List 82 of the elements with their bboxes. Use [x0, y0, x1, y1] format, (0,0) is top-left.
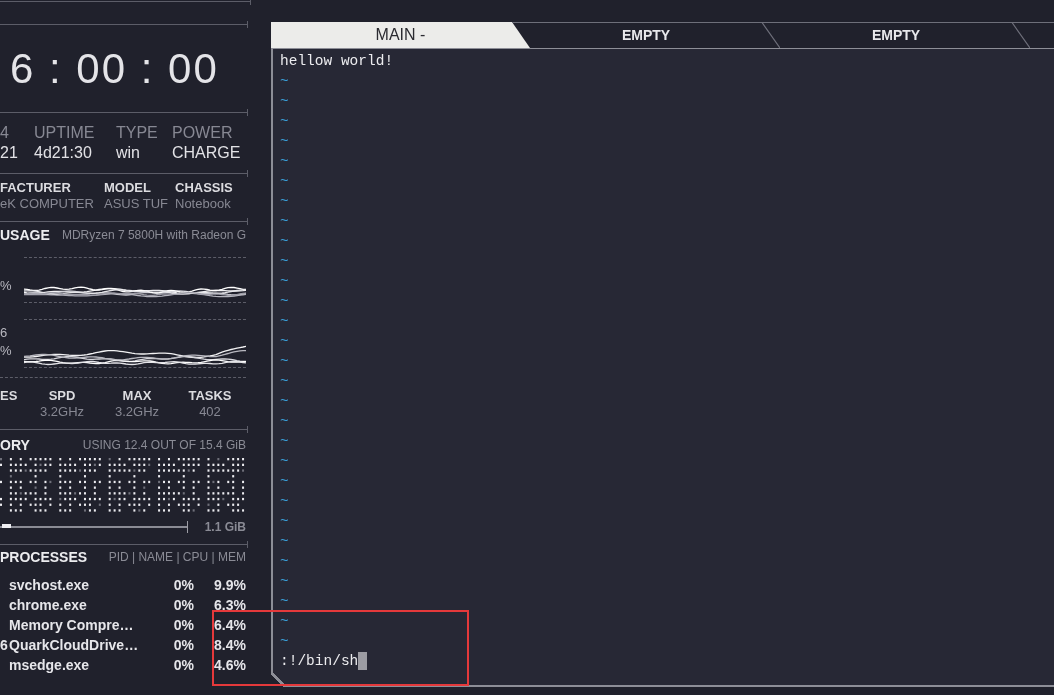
- empty-line-marker: ~: [280, 192, 289, 211]
- process-name: Memory Compre…: [9, 617, 134, 633]
- section-title: PROCESSES: [0, 549, 88, 565]
- info-value: Notebook: [175, 196, 231, 212]
- stat-value: 3.2GHz: [114, 404, 160, 420]
- empty-line-marker: ~: [280, 472, 289, 491]
- empty-line-marker: ~: [280, 252, 289, 271]
- graph-label: %: [0, 277, 12, 295]
- process-cpu: 0%: [173, 637, 194, 653]
- cpu-model: MDRyzen 7 5800H with Radeon G: [61, 228, 246, 242]
- process-name: msedge.exe: [9, 657, 90, 673]
- empty-line-marker: ~: [280, 152, 289, 171]
- empty-line-marker: ~: [280, 332, 289, 351]
- empty-line-marker: ~: [280, 352, 289, 371]
- process-name: chrome.exe: [9, 597, 87, 613]
- terminal-tab[interactable]: EMPTY: [762, 22, 1030, 48]
- info-label: MODEL: [104, 180, 151, 196]
- empty-line-marker: ~: [280, 432, 289, 451]
- process-mem: 6.4%: [214, 617, 246, 633]
- section-title: ORY: [0, 437, 30, 453]
- stat-label: MAX: [122, 388, 152, 404]
- process-cpu: 0%: [173, 597, 194, 613]
- empty-line-marker: ~: [280, 392, 289, 411]
- empty-line-marker: ~: [280, 572, 289, 591]
- empty-line-marker: ~: [280, 292, 289, 311]
- empty-line-marker: ~: [280, 272, 289, 291]
- info-value: eK COMPUTER: [0, 196, 94, 212]
- process-mem: 6.3%: [214, 597, 246, 613]
- process-name: QuarkCloudDrive…: [9, 637, 139, 653]
- swap-reading: 1.1 GiB: [204, 520, 246, 534]
- terminal-tab[interactable]: EMPTY: [512, 22, 780, 48]
- stat-value: 3.2GHz: [39, 404, 85, 420]
- empty-line-marker: ~: [280, 532, 289, 551]
- process-pid: 6: [0, 637, 8, 653]
- process-cpu: 0%: [173, 617, 194, 633]
- empty-line-marker: ~: [280, 172, 289, 191]
- command-line: :!/bin/sh: [280, 652, 359, 671]
- process-name: svchost.exe: [9, 577, 90, 593]
- empty-line-marker: ~: [280, 372, 289, 391]
- info-value: ASUS TUF: [104, 196, 169, 212]
- empty-line-marker: ~: [280, 412, 289, 431]
- process-cpu: 0%: [173, 577, 194, 593]
- stat-label: TASKS: [188, 388, 232, 404]
- empty-line-marker: ~: [280, 72, 289, 91]
- terminal-tab[interactable]: MAIN -: [271, 22, 530, 48]
- info-value: win: [116, 143, 140, 163]
- empty-line-marker: ~: [280, 552, 289, 571]
- info-label: TYPE: [116, 123, 158, 143]
- info-value: 4d21:30: [34, 143, 92, 163]
- memory-usage: USING 12.4 OUT OF 15.4 GiB: [82, 438, 246, 452]
- info-label: FACTURER: [0, 180, 71, 196]
- empty-line-marker: ~: [280, 232, 289, 251]
- info-label: UPTIME: [34, 123, 95, 143]
- info-label: 4: [0, 123, 9, 143]
- info-value: 21: [0, 143, 18, 163]
- info-value: CHARGE: [172, 143, 241, 163]
- stat-label: SPD: [48, 388, 76, 404]
- empty-line-marker: ~: [280, 492, 289, 511]
- empty-line-marker: ~: [280, 112, 289, 131]
- empty-line-marker: ~: [280, 452, 289, 471]
- empty-line-marker: ~: [280, 592, 289, 611]
- clock-time: 6 : 00 : 00: [9, 47, 219, 90]
- process-cpu: 0%: [173, 657, 194, 673]
- empty-line-marker: ~: [280, 512, 289, 531]
- process-mem: 4.6%: [214, 657, 246, 673]
- graph-label: 6: [0, 324, 8, 342]
- process-mem: 8.4%: [214, 637, 246, 653]
- empty-line-marker: ~: [280, 132, 289, 151]
- empty-line-marker: ~: [280, 612, 289, 631]
- empty-line-marker: ~: [280, 92, 289, 111]
- graph-label: %: [0, 342, 12, 360]
- terminal-line: hellow world!: [280, 52, 394, 71]
- stat-label: ES: [0, 388, 18, 404]
- empty-line-marker: ~: [280, 632, 289, 651]
- info-label: CHASSIS: [175, 180, 233, 196]
- empty-line-marker: ~: [280, 312, 289, 331]
- info-label: POWER: [172, 123, 233, 143]
- process-mem: 9.9%: [214, 577, 246, 593]
- stat-value: 402: [199, 404, 221, 420]
- empty-line-marker: ~: [280, 212, 289, 231]
- section-title: USAGE: [0, 227, 50, 243]
- process-columns: PID | NAME | CPU | MEM: [108, 550, 246, 564]
